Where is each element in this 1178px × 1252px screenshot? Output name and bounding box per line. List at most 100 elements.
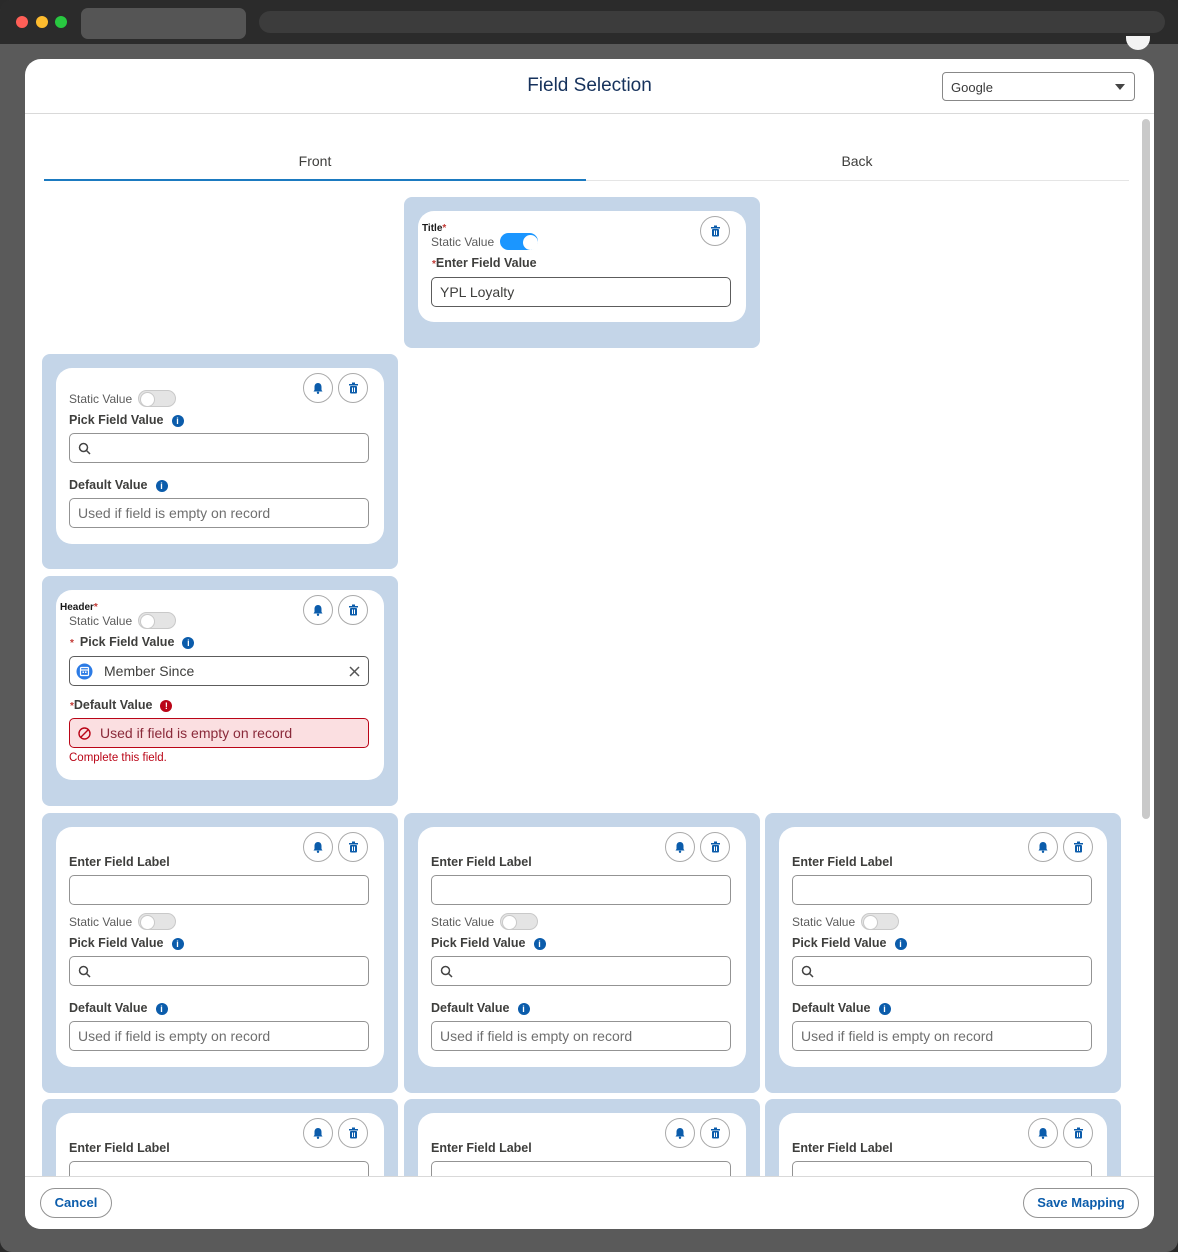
default-value-label: Default Value i [69,1001,168,1015]
trash-icon [348,841,358,853]
labeled-field-card: Enter Field Label [779,1113,1107,1176]
save-mapping-button[interactable]: Save Mapping [1023,1188,1139,1218]
pick-field-value-label: Pick Field Value i [69,936,184,950]
trash-icon [348,382,358,394]
labeled-field-slot: Enter Field Label [42,1099,398,1176]
notify-button[interactable] [303,832,333,862]
delete-button[interactable] [338,832,368,862]
labeled-field-card: Enter Field Label Static Value Pick Fiel… [779,827,1107,1067]
provider-select-value: Google [951,80,993,95]
field-label-input[interactable] [792,1161,1092,1176]
notify-button[interactable] [303,1118,333,1148]
bell-icon [313,605,323,616]
pick-field-value-label: Pick Field Value i [69,413,184,427]
notify-button[interactable] [1028,1118,1058,1148]
error-info-icon: ! [160,699,173,712]
field-label-input[interactable] [69,1161,369,1176]
title-field-card: Title* Static Value *Enter Field Value Y… [418,211,746,322]
notify-button[interactable] [303,595,333,625]
static-value-label: Static Value [69,915,133,929]
static-value-label: Static Value [69,614,133,628]
default-value-input[interactable]: Used if field is empty on record [431,1021,731,1051]
trash-icon [348,1127,358,1139]
info-icon: i [155,479,168,492]
modal-scrollbar[interactable] [1142,119,1150,819]
pick-field-search-input[interactable] [69,433,369,463]
delete-button[interactable] [338,1118,368,1148]
default-value-input[interactable]: Used if field is empty on record [69,1021,369,1051]
static-value-label: Static Value [431,915,495,929]
notify-button[interactable] [665,1118,695,1148]
field-label-input[interactable] [792,875,1092,905]
delete-button[interactable] [700,1118,730,1148]
info-icon: i [182,636,195,649]
trash-icon [710,841,720,853]
trash-icon [348,604,358,616]
pick-field-value-label: Pick Field Value i [431,936,546,950]
notify-button[interactable] [665,832,695,862]
static-value-toggle[interactable] [138,390,176,407]
tab-back[interactable]: Back [586,153,1128,181]
minimize-window-button[interactable] [36,16,48,28]
static-value-toggle[interactable] [500,913,538,930]
default-value-input-error[interactable]: Used if field is empty on record [69,718,369,748]
pick-field-search-input[interactable] [431,956,731,986]
pick-field-search-input[interactable] [69,956,369,986]
provider-select[interactable]: Google [942,72,1135,101]
info-icon: i [155,1002,168,1015]
trash-icon [1073,841,1083,853]
info-icon: i [517,1002,530,1015]
pick-field-value-label: * Pick Field Value i [70,635,195,649]
pick-field-selected-pill[interactable]: Member Since [69,656,369,686]
tab-front[interactable]: Front [44,153,586,181]
bell-icon [675,842,685,853]
default-value-input[interactable]: Used if field is empty on record [69,498,369,528]
enter-field-label-label: Enter Field Label [792,855,893,869]
delete-button[interactable] [1063,1118,1093,1148]
delete-button[interactable] [338,595,368,625]
static-value-label: Static Value [431,235,495,249]
static-value-toggle[interactable] [138,612,176,629]
enter-field-label-label: Enter Field Label [431,855,532,869]
cancel-button[interactable]: Cancel [40,1188,112,1218]
field-label-input[interactable] [431,875,731,905]
close-window-button[interactable] [16,16,28,28]
bell-icon [313,842,323,853]
notify-button[interactable] [303,373,333,403]
clear-icon [349,666,360,677]
field-card: Static Value Pick Field Value i Default V… [56,368,384,544]
error-icon [78,727,91,740]
title-field-name: Title* [422,223,447,234]
tab-back-label: Back [841,153,873,169]
field-label-input[interactable] [69,875,369,905]
search-icon [78,965,91,978]
delete-button[interactable] [700,832,730,862]
picked-field-name: Member Since [104,663,195,679]
static-value-toggle[interactable] [138,913,176,930]
labeled-field-slot: Enter Field Label Static Value Pick Fiel… [42,813,398,1093]
modal-footer: Cancel Save Mapping [25,1176,1154,1229]
field-label-input[interactable] [431,1161,731,1176]
enter-field-value-label: *Enter Field Value [432,256,537,270]
maximize-window-button[interactable] [55,16,67,28]
default-value-input[interactable]: Used if field is empty on record [792,1021,1092,1051]
info-icon: i [171,937,184,950]
static-value-toggle[interactable] [500,233,538,250]
notify-button[interactable] [1028,832,1058,862]
title-bar [0,0,1178,44]
search-icon [78,442,91,455]
enter-field-label-label: Enter Field Label [69,855,170,869]
title-field-value-input[interactable]: YPL Loyalty [431,277,731,307]
pick-field-search-input[interactable] [792,956,1092,986]
delete-button[interactable] [700,216,730,246]
delete-button[interactable] [338,373,368,403]
bell-icon [313,383,323,394]
labeled-field-card: Enter Field Label [418,1113,746,1176]
static-value-toggle[interactable] [861,913,899,930]
tab-front-label: Front [298,153,332,169]
browser-tab[interactable] [81,8,246,39]
address-bar[interactable] [259,11,1165,33]
delete-button[interactable] [1063,832,1093,862]
calendar-icon [76,663,93,680]
header-field-name: Header* [60,602,98,613]
